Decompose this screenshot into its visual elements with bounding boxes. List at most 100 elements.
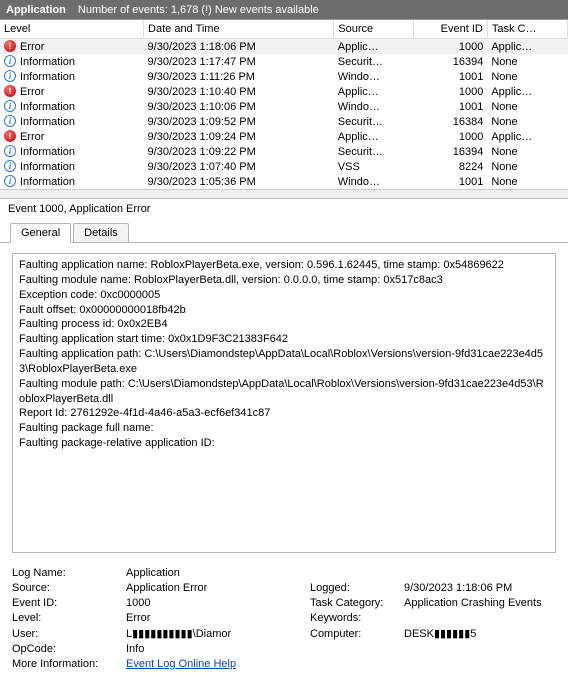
- cell-source: Windo…: [334, 174, 414, 189]
- error-icon: [4, 85, 16, 97]
- cell-event-id: 1000: [414, 129, 487, 144]
- cell-task-category: None: [487, 144, 567, 159]
- cell-task-category: Applic…: [487, 84, 567, 99]
- cell-level: Information: [20, 176, 75, 188]
- lbl-source: Source:: [12, 582, 122, 594]
- cell-event-id: 1001: [414, 99, 487, 114]
- cell-datetime: 9/30/2023 1:05:36 PM: [144, 174, 334, 189]
- cell-source: VSS: [334, 159, 414, 174]
- val-user: L▮▮▮▮▮▮▮▮▮▮\Diamor: [126, 627, 306, 640]
- cell-level: Information: [20, 56, 75, 68]
- table-row[interactable]: Information 9/30/2023 1:07:40 PMVSS8224No…: [0, 159, 568, 174]
- cell-datetime: 9/30/2023 1:17:47 PM: [144, 54, 334, 69]
- cell-event-id: 16394: [414, 54, 487, 69]
- cell-level: Error: [20, 41, 44, 53]
- link-event-log-online-help[interactable]: Event Log Online Help: [126, 658, 236, 670]
- cell-task-category: None: [487, 159, 567, 174]
- val-task-category: Application Crashing Events: [404, 597, 556, 609]
- val-event-id: 1000: [126, 597, 306, 609]
- horizontal-scrollbar[interactable]: [0, 189, 568, 198]
- val-level: Error: [126, 612, 306, 624]
- col-task[interactable]: Task C…: [487, 20, 567, 39]
- event-grid: Level Date and Time Source Event ID Task…: [0, 20, 568, 199]
- cell-datetime: 9/30/2023 1:09:52 PM: [144, 114, 334, 129]
- detail-title: Event 1000, Application Error: [0, 199, 568, 215]
- lbl-more-info: More Information:: [12, 658, 122, 670]
- cell-level: Information: [20, 161, 75, 173]
- info-icon: [4, 160, 16, 172]
- cell-level: Error: [20, 131, 44, 143]
- cell-datetime: 9/30/2023 1:10:40 PM: [144, 84, 334, 99]
- cell-task-category: None: [487, 54, 567, 69]
- cell-level: Error: [20, 86, 44, 98]
- header-summary: Number of events: 1,678 (!) New events a…: [78, 4, 319, 16]
- cell-event-id: 1001: [414, 174, 487, 189]
- cell-event-id: 16394: [414, 144, 487, 159]
- cell-datetime: 9/30/2023 1:09:22 PM: [144, 144, 334, 159]
- cell-source: Securit…: [334, 54, 414, 69]
- cell-source: Applic…: [334, 129, 414, 144]
- tab-details[interactable]: Details: [73, 223, 129, 242]
- cell-event-id: 1000: [414, 84, 487, 99]
- error-icon: [4, 40, 16, 52]
- col-level[interactable]: Level: [0, 20, 144, 39]
- cell-source: Securit…: [334, 144, 414, 159]
- table-row[interactable]: Error9/30/2023 1:09:24 PMApplic…1000Appl…: [0, 129, 568, 144]
- val-log-name: Application: [126, 567, 556, 579]
- col-source[interactable]: Source: [334, 20, 414, 39]
- info-icon: [4, 175, 16, 187]
- header-title: Application: [6, 4, 66, 16]
- cell-datetime: 9/30/2023 1:10:06 PM: [144, 99, 334, 114]
- cell-task-category: Applic…: [487, 129, 567, 144]
- cell-event-id: 1000: [414, 39, 487, 55]
- cell-event-id: 8224: [414, 159, 487, 174]
- cell-level: Information: [20, 101, 75, 113]
- lbl-user: User:: [12, 628, 122, 640]
- cell-source: Applic…: [334, 84, 414, 99]
- table-row[interactable]: Error9/30/2023 1:18:06 PMApplic…1000Appl…: [0, 39, 568, 55]
- cell-source: Applic…: [334, 39, 414, 55]
- info-icon: [4, 100, 16, 112]
- lbl-logged: Logged:: [310, 582, 400, 594]
- table-row[interactable]: Information 9/30/2023 1:10:06 PMWindo…100…: [0, 99, 568, 114]
- cell-source: Windo…: [334, 99, 414, 114]
- val-source: Application Error: [126, 582, 306, 594]
- tab-strip: General Details: [0, 215, 568, 243]
- val-computer: DESK▮▮▮▮▮▮5: [404, 627, 556, 640]
- lbl-log-name: Log Name:: [12, 567, 122, 579]
- detail-text-box[interactable]: Faulting application name: RobloxPlayerB…: [12, 253, 556, 553]
- table-row[interactable]: Information 9/30/2023 1:05:36 PMWindo…100…: [0, 174, 568, 189]
- cell-source: Securit…: [334, 114, 414, 129]
- column-header-row: Level Date and Time Source Event ID Task…: [0, 20, 568, 39]
- lbl-event-id: Event ID:: [12, 597, 122, 609]
- table-row[interactable]: Information 9/30/2023 1:17:47 PMSecurit…1…: [0, 54, 568, 69]
- lbl-level: Level:: [12, 612, 122, 624]
- cell-datetime: 9/30/2023 1:07:40 PM: [144, 159, 334, 174]
- lbl-computer: Computer:: [310, 628, 400, 640]
- table-row[interactable]: Information 9/30/2023 1:09:22 PMSecurit…1…: [0, 144, 568, 159]
- info-icon: [4, 55, 16, 67]
- cell-event-id: 1001: [414, 69, 487, 84]
- header-bar: Application Number of events: 1,678 (!) …: [0, 0, 568, 20]
- cell-level: Information: [20, 146, 75, 158]
- info-icon: [4, 115, 16, 127]
- col-event-id[interactable]: Event ID: [414, 20, 487, 39]
- cell-task-category: Applic…: [487, 39, 567, 55]
- table-row[interactable]: Information9/30/2023 1:11:26 PMWindo…100…: [0, 69, 568, 84]
- table-row[interactable]: Error9/30/2023 1:10:40 PMApplic…1000Appl…: [0, 84, 568, 99]
- cell-task-category: None: [487, 99, 567, 114]
- properties-grid: Log Name: Application Source: Applicatio…: [0, 563, 568, 680]
- col-datetime[interactable]: Date and Time: [144, 20, 334, 39]
- cell-task-category: None: [487, 114, 567, 129]
- tab-general[interactable]: General: [10, 223, 71, 243]
- cell-datetime: 9/30/2023 1:11:26 PM: [144, 69, 334, 84]
- cell-event-id: 16384: [414, 114, 487, 129]
- cell-task-category: None: [487, 174, 567, 189]
- val-logged: 9/30/2023 1:18:06 PM: [404, 582, 556, 594]
- lbl-task-category: Task Category:: [310, 597, 400, 609]
- cell-datetime: 9/30/2023 1:09:24 PM: [144, 129, 334, 144]
- lbl-keywords: Keywords:: [310, 612, 400, 624]
- cell-datetime: 9/30/2023 1:18:06 PM: [144, 39, 334, 55]
- val-opcode: Info: [126, 643, 556, 655]
- table-row[interactable]: Information9/30/2023 1:09:52 PMSecurit…1…: [0, 114, 568, 129]
